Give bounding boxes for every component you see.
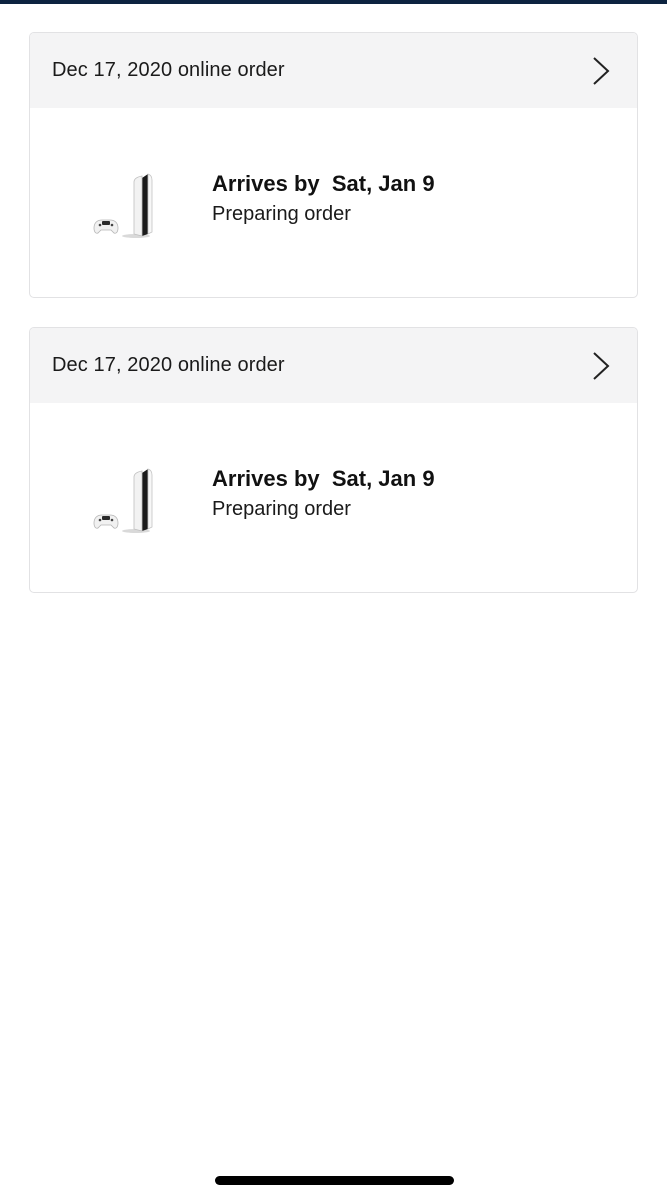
ps5-console-icon — [93, 173, 153, 238]
order-info: Arrives by Sat, Jan 9 Preparing order — [212, 466, 435, 521]
order-date-label: Dec 17, 2020 online order — [52, 354, 285, 376]
order-status: Preparing order — [212, 203, 351, 225]
home-indicator[interactable] — [215, 1176, 454, 1185]
order-body[interactable]: Arrives by Sat, Jan 9 Preparing order — [30, 403, 637, 592]
order-info: Arrives by Sat, Jan 9 Preparing order — [212, 171, 435, 226]
order-header-link[interactable]: Dec 17, 2020 online order — [30, 33, 637, 108]
order-header-link[interactable]: Dec 17, 2020 online order — [30, 328, 637, 403]
ps5-console-icon — [93, 468, 153, 533]
order-status: Preparing order — [212, 498, 351, 520]
arrival-date: Arrives by Sat, Jan 9 — [212, 466, 435, 491]
order-list: Dec 17, 2020 online order Arrives by Sat… — [29, 32, 638, 622]
order-card: Dec 17, 2020 online order Arrives by Sat… — [29, 32, 638, 298]
top-navigation-bar-edge — [0, 0, 667, 4]
chevron-right-icon[interactable] — [591, 56, 611, 86]
order-date-label: Dec 17, 2020 online order — [52, 59, 285, 81]
arrival-date: Arrives by Sat, Jan 9 — [212, 171, 435, 196]
order-body[interactable]: Arrives by Sat, Jan 9 Preparing order — [30, 108, 637, 297]
chevron-right-icon[interactable] — [591, 351, 611, 381]
order-card: Dec 17, 2020 online order Arrives by Sat… — [29, 327, 638, 593]
